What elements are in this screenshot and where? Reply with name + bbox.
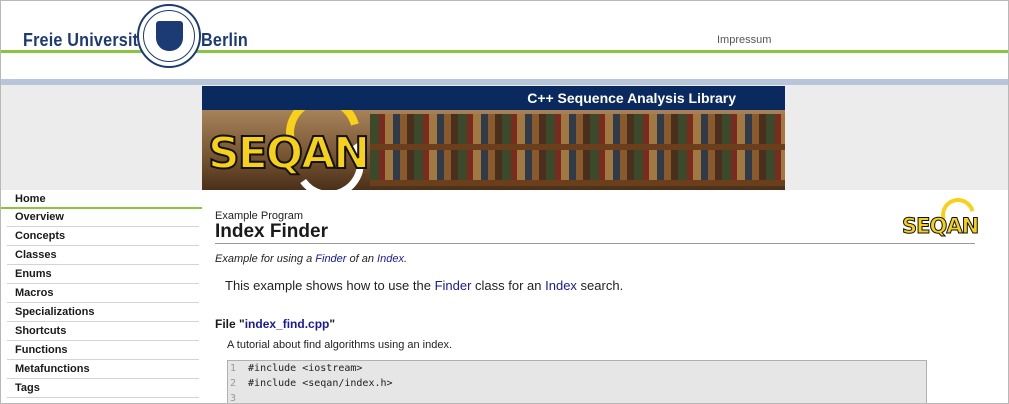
intro-text: This example shows how to use the	[225, 278, 435, 293]
page-title: Index Finder	[215, 221, 328, 242]
summary-text: Example for using a	[215, 253, 316, 265]
finder-class-link[interactable]: Finder	[435, 278, 472, 293]
university-name-right[interactable]: Berlin	[201, 30, 248, 51]
header-divider-blue	[1, 79, 1008, 85]
seqan-corner-logo-text: SEQAN	[901, 214, 979, 239]
code-text: #include <seqan/index.h>	[248, 378, 393, 389]
code-block[interactable]: 1 #include <iostream> 2 #include <seqan/…	[227, 360, 927, 404]
sidebar-nav: Home Overview Concepts Classes Enums Mac…	[1, 190, 202, 403]
code-line: 3	[228, 391, 926, 404]
seqan-corner-logo[interactable]: SEQAN	[901, 191, 982, 243]
sidebar-item-functions[interactable]: Functions	[7, 341, 199, 360]
sidebar-item-enums[interactable]: Enums	[7, 265, 199, 284]
sidebar-item-overview[interactable]: Overview	[7, 208, 199, 227]
sidebar-item-specializations[interactable]: Specializations	[7, 303, 199, 322]
sidebar-item-macros[interactable]: Macros	[7, 284, 199, 303]
sidebar-item-metafunctions[interactable]: Metafunctions	[7, 360, 199, 379]
code-line: 2 #include <seqan/index.h>	[228, 376, 926, 391]
sidebar-item-concepts[interactable]: Concepts	[7, 227, 199, 246]
university-seal-icon[interactable]	[137, 4, 201, 68]
sidebar-item-home[interactable]: Home	[1, 190, 202, 209]
code-text: #include <iostream>	[248, 363, 363, 374]
code-line: 1 #include <iostream>	[228, 361, 926, 376]
seal-emblem	[156, 21, 183, 51]
sidebar-item-tags[interactable]: Tags	[7, 379, 199, 398]
line-number: 3	[230, 393, 237, 404]
browser-page: Freie Universität Berlin Impressum C++ S…	[0, 0, 1009, 404]
main-content: Example Program Index Finder SEQAN Examp…	[202, 190, 1008, 404]
intro-text: class for an	[471, 278, 546, 293]
file-name-link[interactable]: index_find.cpp	[245, 317, 330, 331]
sidebar-item-classes[interactable]: Classes	[7, 246, 199, 265]
index-link[interactable]: Index	[377, 253, 404, 265]
seqan-logo: SEQAN	[207, 127, 371, 180]
bookshelf-row	[370, 150, 785, 180]
university-name-left[interactable]: Freie Universität	[23, 30, 153, 51]
finder-link[interactable]: Finder	[315, 253, 346, 265]
file-heading-suffix: "	[329, 317, 336, 331]
banner-image[interactable]: SEQAN	[202, 110, 785, 190]
bookshelf-board	[370, 180, 785, 186]
example-intro: This example shows how to use the Finder…	[225, 278, 623, 293]
index-class-link[interactable]: Index	[545, 278, 577, 293]
sidebar-item-shortcuts[interactable]: Shortcuts	[7, 322, 199, 341]
line-number: 1	[230, 363, 237, 374]
summary-text: of an	[346, 253, 378, 265]
file-heading-prefix: File "	[215, 317, 245, 331]
example-summary: Example for using a Finder of an Index.	[215, 253, 407, 265]
file-description: A tutorial about find algorithms using a…	[227, 339, 453, 351]
summary-text: .	[403, 253, 408, 265]
line-number: 2	[230, 378, 237, 389]
title-divider	[215, 243, 975, 244]
banner-title: C++ Sequence Analysis Library	[202, 86, 785, 110]
intro-text: search.	[576, 278, 624, 293]
bookshelf-row	[370, 114, 785, 144]
impressum-link[interactable]: Impressum	[717, 34, 771, 46]
file-heading: File "index_find.cpp"	[215, 317, 335, 331]
